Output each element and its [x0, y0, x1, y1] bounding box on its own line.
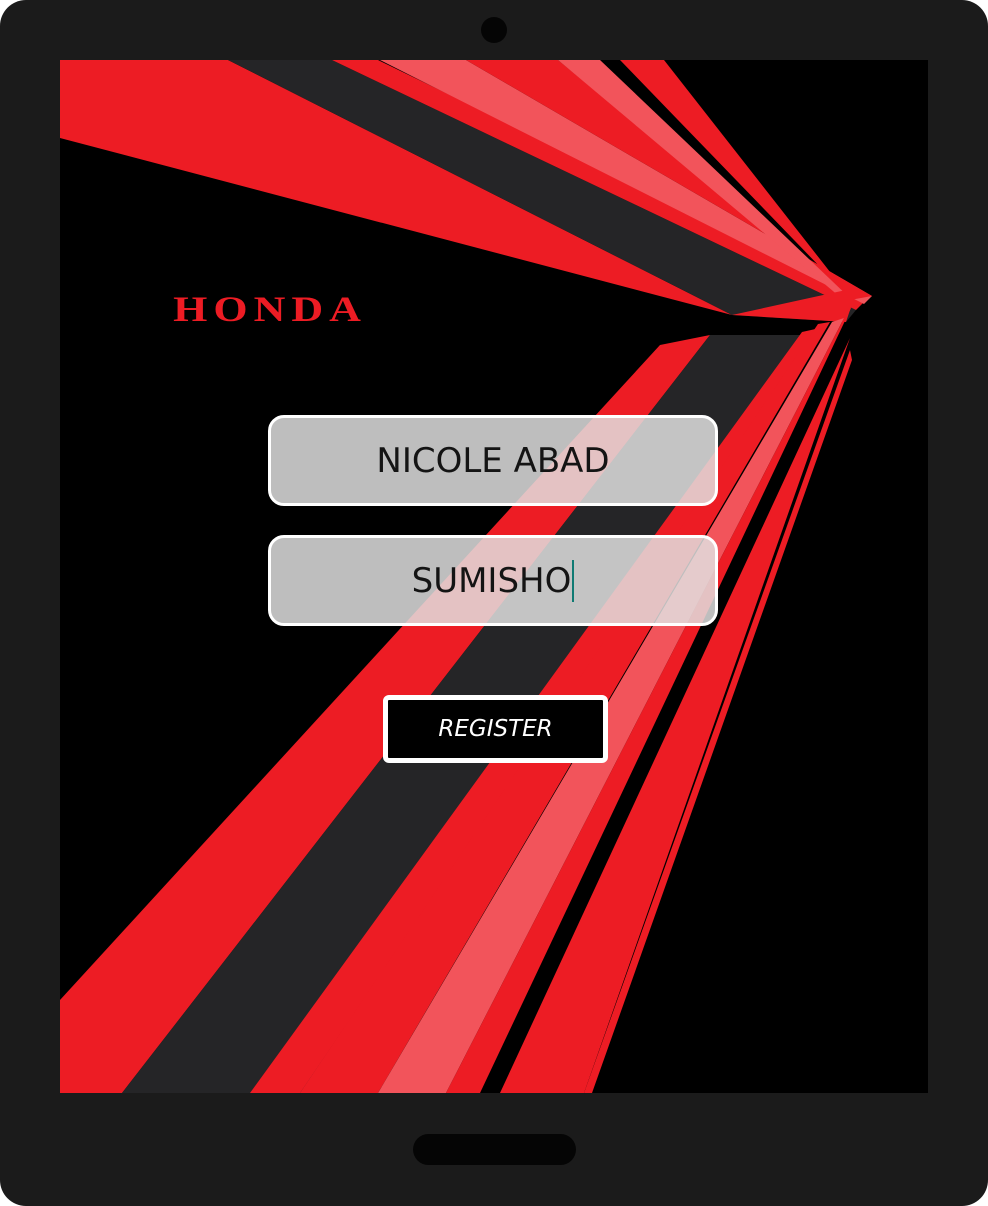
company-value: SUMISHO [411, 560, 572, 601]
company-value-wrapper: SUMISHO [411, 559, 575, 602]
svg-text:HONDA: HONDA [173, 289, 367, 329]
name-field[interactable]: NICOLE ABAD [268, 415, 718, 506]
honda-logo: HONDA [173, 289, 367, 329]
home-button[interactable] [413, 1134, 576, 1165]
text-cursor [572, 559, 575, 602]
company-field[interactable]: SUMISHO [268, 535, 718, 626]
register-button-label: REGISTER [438, 716, 553, 742]
app-screen: HONDA NICOLE ABAD SUMISHO REGISTER [60, 60, 928, 1093]
tablet-frame: HONDA NICOLE ABAD SUMISHO REGISTER [0, 0, 988, 1206]
name-value: NICOLE ABAD [376, 440, 610, 481]
register-button[interactable]: REGISTER [383, 695, 608, 763]
front-camera [481, 17, 507, 43]
